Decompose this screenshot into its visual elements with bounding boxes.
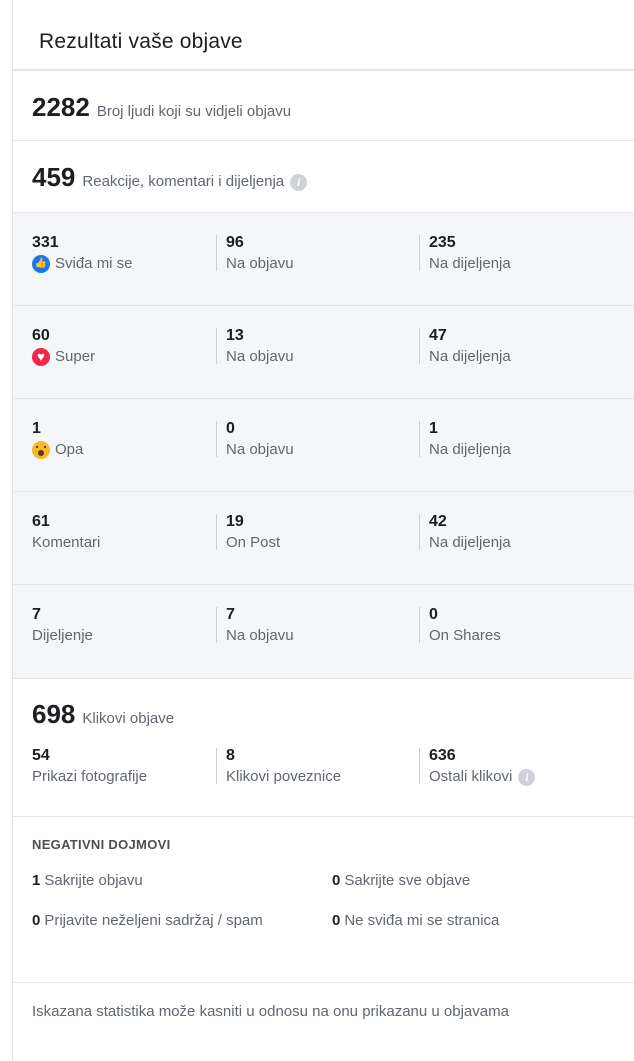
- reach-label: Broj ljudi koji su vidjeli objavu: [96, 103, 292, 120]
- reactions-breakdown: 331 Sviđa mi se 96 Na objavu 235 Na dije…: [13, 212, 634, 679]
- stats-delay-note: Iskazana statistika može kasniti u odnos…: [32, 1003, 509, 1020]
- link-clicks-cell: 8 Klikovi poveznice: [216, 746, 419, 788]
- info-icon[interactable]: i: [290, 174, 308, 191]
- on-shares-label: Na dijeljenja: [429, 441, 511, 458]
- link-clicks-label: Klikovi poveznice: [226, 768, 342, 785]
- total-value: 7: [32, 606, 41, 623]
- on-post-label: Na objavu: [226, 627, 294, 644]
- engagement-value: 459: [32, 162, 76, 192]
- heart-icon: [32, 348, 50, 366]
- on-shares-label: Na dijeljenja: [429, 534, 511, 551]
- hide-all-posts-item: 0 Sakrijte sve objave: [332, 872, 471, 889]
- wow-icon: [32, 441, 50, 459]
- on-post-value: 13: [226, 327, 244, 344]
- total-value: 60: [32, 327, 50, 344]
- negative-feedback-section: NEGATIVNI DOJMOVI 1 Sakrijte objavu 0 Sakr…: [13, 817, 634, 983]
- hide-post-item: 1 Sakrijte objavu: [32, 872, 143, 889]
- clicks-label: Klikovi objave: [82, 710, 175, 727]
- post-clicks-section: 698 Klikovi objave 54 Prikazi fotografij…: [13, 679, 634, 817]
- engagement-section: 459 Reakcije, komentari i dijeljenja i: [13, 141, 634, 212]
- total-label: Sviđa mi se: [55, 255, 133, 272]
- total-cell: 7 Dijeljenje: [13, 605, 216, 678]
- on-shares-cell: 235 Na dijeljenja: [419, 233, 622, 305]
- on-shares-label: On Shares: [429, 627, 501, 644]
- on-post-value: 0: [226, 420, 235, 437]
- total-value: 331: [32, 234, 59, 251]
- photo-views-label: Prikazi fotografije: [32, 768, 148, 785]
- on-shares-label: Na dijeljenja: [429, 255, 511, 272]
- total-cell: 1 Opa: [13, 419, 216, 491]
- on-shares-value: 0: [429, 606, 438, 623]
- on-post-value: 7: [226, 606, 235, 623]
- comments-row: 61 Komentari 19 On Post 42 Na dijeljenja: [13, 492, 634, 585]
- reach-value: 2282: [32, 92, 90, 122]
- on-shares-value: 47: [429, 327, 447, 344]
- other-clicks-cell: 636 Ostali klikovi i: [419, 746, 622, 788]
- info-icon[interactable]: i: [518, 768, 536, 786]
- total-cell: 60 Super: [13, 326, 216, 398]
- reaction-row-like: 331 Sviđa mi se 96 Na objavu 235 Na dije…: [13, 213, 634, 306]
- on-shares-value: 1: [429, 420, 438, 437]
- total-label: Super: [55, 348, 96, 365]
- total-cell: 331 Sviđa mi se: [13, 233, 216, 305]
- on-post-cell: 7 Na objavu: [216, 605, 419, 678]
- on-post-cell: 0 Na objavu: [216, 419, 419, 491]
- clicks-value: 698: [32, 699, 76, 729]
- total-cell: 61 Komentari: [13, 512, 216, 584]
- report-spam-item: 0 Prijavite neželjeni sadržaj / spam: [32, 912, 263, 929]
- link-clicks-value: 8: [226, 747, 235, 764]
- shares-row: 7 Dijeljenje 7 Na objavu 0 On Shares: [13, 585, 634, 678]
- clicks-breakdown-row: 54 Prikazi fotografije 8 Klikovi povezni…: [13, 730, 634, 788]
- on-post-label: Na objavu: [226, 441, 294, 458]
- engagement-label: Reakcije, komentari i dijeljenja: [82, 173, 285, 190]
- other-clicks-label: Ostali klikovi: [429, 768, 513, 785]
- total-label: Komentari: [32, 534, 101, 551]
- on-shares-cell: 1 Na dijeljenja: [419, 419, 622, 491]
- on-post-value: 96: [226, 234, 244, 251]
- reaction-row-wow: 1 Opa 0 Na objavu 1 Na dijeljenja: [13, 399, 634, 492]
- on-post-value: 19: [226, 513, 244, 530]
- on-shares-value: 42: [429, 513, 447, 530]
- on-shares-value: 235: [429, 234, 456, 251]
- on-post-label: On Post: [226, 534, 281, 551]
- on-post-label: Na objavu: [226, 255, 294, 272]
- unlike-page-item: 0 Ne sviđa mi se stranica: [332, 912, 500, 929]
- on-shares-cell: 47 Na dijeljenja: [419, 326, 622, 398]
- on-post-cell: 96 Na objavu: [216, 233, 419, 305]
- on-post-cell: 19 On Post: [216, 512, 419, 584]
- photo-views-value: 54: [32, 747, 50, 764]
- on-shares-label: Na dijeljenja: [429, 348, 511, 365]
- panel-title: Rezultati vaše objave: [13, 0, 634, 71]
- on-post-cell: 13 Na objavu: [216, 326, 419, 398]
- reaction-row-love: 60 Super 13 Na objavu 47 Na dijeljenja: [13, 306, 634, 399]
- reach-section: 2282 Broj ljudi koji su vidjeli objavu: [13, 71, 634, 141]
- photo-views-cell: 54 Prikazi fotografije: [13, 746, 216, 788]
- post-results-panel: Rezultati vaše objave 2282 Broj ljudi ko…: [12, 0, 634, 1061]
- total-value: 1: [32, 420, 41, 437]
- like-icon: [32, 255, 50, 273]
- total-label: Opa: [55, 441, 84, 458]
- total-value: 61: [32, 513, 50, 530]
- negative-feedback-title: NEGATIVNI DOJMOVI: [32, 837, 171, 852]
- on-shares-cell: 0 On Shares: [419, 605, 622, 678]
- on-post-label: Na objavu: [226, 348, 294, 365]
- other-clicks-value: 636: [429, 747, 456, 764]
- on-shares-cell: 42 Na dijeljenja: [419, 512, 622, 584]
- total-label: Dijeljenje: [32, 627, 93, 644]
